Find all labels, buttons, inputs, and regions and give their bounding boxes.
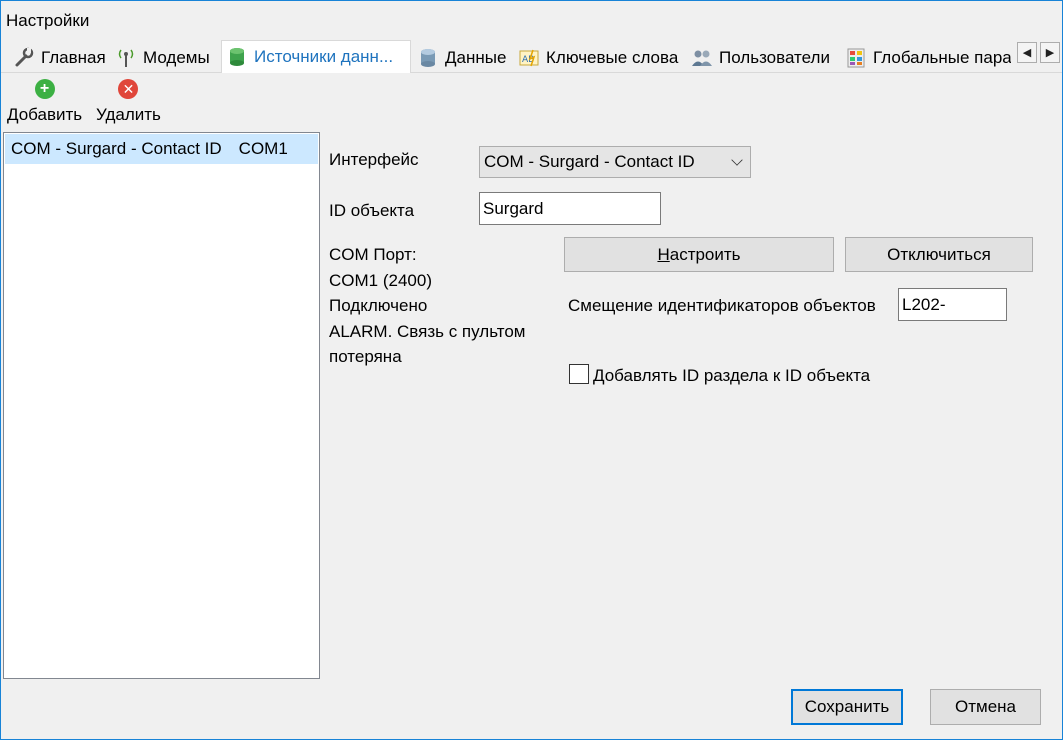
wrench-icon <box>13 47 35 69</box>
tab-data-sources[interactable]: Источники данн... <box>221 40 411 73</box>
object-id-input[interactable] <box>479 192 661 225</box>
cancel-button-label: Отмена <box>955 697 1016 716</box>
status-line: ALARM. Связь с пультом <box>329 321 526 341</box>
tab-users[interactable]: Пользователи <box>687 43 839 73</box>
tab-users-label: Пользователи <box>719 48 830 67</box>
interface-select[interactable]: COM - Surgard - Contact ID <box>479 146 751 178</box>
tab-keywords[interactable]: AB Ключевые слова <box>514 43 686 73</box>
source-name: COM - Surgard - Contact ID <box>11 139 222 158</box>
offset-label: Смещение идентификаторов объектов <box>568 296 876 315</box>
configure-button[interactable]: Настроить <box>564 237 834 272</box>
tab-modems[interactable]: Модемы <box>111 43 219 73</box>
status-line: COM Порт: <box>329 245 417 264</box>
data-sources-list[interactable]: COM - Surgard - Contact ID COM1 <box>3 132 320 679</box>
tab-scroll-left-button[interactable]: ◀ <box>1017 42 1037 63</box>
save-button[interactable]: Сохранить <box>791 689 903 725</box>
tab-data-sources-label: Источники данн... <box>254 47 394 66</box>
tab-data[interactable]: Данные <box>413 43 513 73</box>
chevron-left-icon: ◀ <box>1022 47 1032 59</box>
tab-scroll-right-button[interactable]: ▶ <box>1040 42 1060 63</box>
tab-main[interactable]: Главная <box>9 43 107 73</box>
interface-select-value: COM - Surgard - Contact ID <box>484 152 695 171</box>
add-partition-id-checkbox[interactable] <box>569 364 589 384</box>
users-icon <box>691 47 713 69</box>
database-icon <box>417 47 439 69</box>
status-line: потеряна <box>329 347 402 366</box>
add-button-label: Добавить <box>7 105 83 124</box>
tab-global-params[interactable]: Глобальные пара <box>841 43 1011 73</box>
tab-global-params-label: Глобальные пара <box>873 48 1011 67</box>
delete-x-icon: ✕ <box>118 79 139 99</box>
tab-data-label: Данные <box>445 48 507 67</box>
interface-label: Интерфейс <box>329 150 419 169</box>
configure-button-label: Настроить <box>657 244 741 264</box>
plus-icon: + <box>34 79 55 99</box>
settings-window: Настройки Главная Модемы Источники данн.… <box>0 0 1063 740</box>
chevron-down-icon <box>731 154 743 166</box>
object-id-label: ID объекта <box>329 201 415 220</box>
disconnect-button-label: Отключиться <box>887 244 991 264</box>
database-green-icon <box>226 46 248 68</box>
tab-main-label: Главная <box>41 48 106 67</box>
list-item[interactable]: COM - Surgard - Contact ID COM1 <box>5 134 318 164</box>
source-port: COM1 <box>238 139 288 158</box>
window-title: Настройки <box>6 11 90 30</box>
delete-button[interactable]: ✕ Удалить <box>96 79 161 125</box>
connection-status: COM Порт: COM1 (2400) Подключено ALARM. … <box>329 242 525 370</box>
offset-input[interactable] <box>898 288 1007 321</box>
keywords-icon: AB <box>518 47 540 69</box>
add-partition-id-label: Добавлять ID раздела к ID объекта <box>593 366 871 385</box>
cancel-button[interactable]: Отмена <box>930 689 1041 725</box>
tab-keywords-label: Ключевые слова <box>546 48 679 67</box>
grid-icon <box>845 47 867 69</box>
save-button-label: Сохранить <box>804 697 890 716</box>
tab-modems-label: Модемы <box>143 48 210 67</box>
disconnect-button[interactable]: Отключиться <box>845 237 1033 272</box>
antenna-icon <box>115 47 137 69</box>
status-line: COM1 (2400) <box>329 270 432 290</box>
status-line: Подключено <box>329 296 428 315</box>
chevron-right-icon: ▶ <box>1045 47 1055 59</box>
add-button[interactable]: + Добавить <box>7 79 82 125</box>
delete-button-label: Удалить <box>96 105 161 124</box>
